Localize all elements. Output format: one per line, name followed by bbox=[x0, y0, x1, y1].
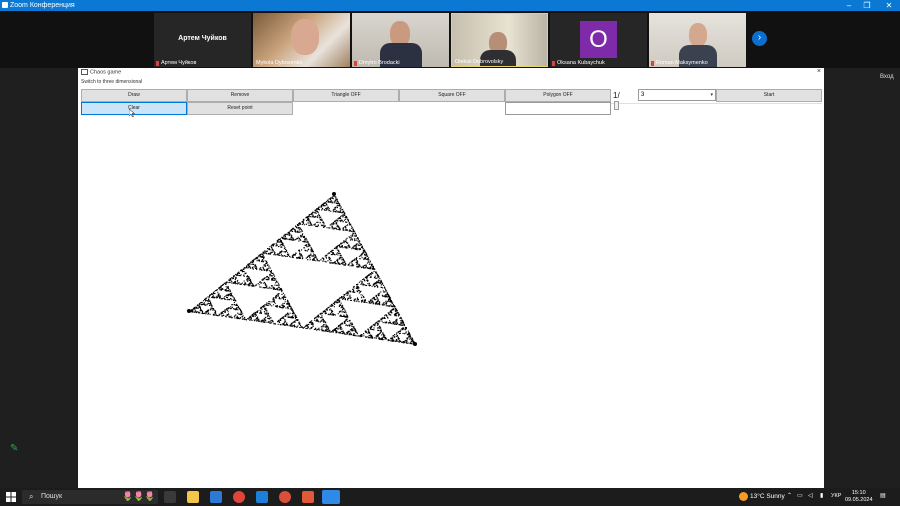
powerpoint-icon[interactable] bbox=[302, 491, 314, 503]
language-indicator[interactable]: УКР bbox=[831, 493, 841, 499]
mic-muted-icon bbox=[651, 61, 654, 66]
vertex-point[interactable] bbox=[413, 342, 417, 346]
participant-tile[interactable]: Dmytro Brodacki bbox=[352, 13, 449, 67]
zoom-app-icon bbox=[2, 2, 8, 8]
clock-time: 15:10 bbox=[851, 490, 866, 496]
participant-name: Roman Maksymenko bbox=[656, 60, 708, 66]
participant-avatar: O bbox=[580, 21, 617, 58]
chrome-profile-icon[interactable] bbox=[279, 491, 291, 503]
participant-tile[interactable]: Mykola Dybovenko bbox=[253, 13, 350, 67]
network-icon[interactable]: ▭ bbox=[797, 492, 803, 499]
zoom-titlebar: Zoom Конференция – ❐ ✕ bbox=[0, 0, 900, 11]
participant-name: Mykola Dybovenko bbox=[256, 60, 303, 66]
fractal-points bbox=[189, 196, 416, 345]
participant-name: Oleksii Dobrovolsky bbox=[455, 59, 504, 65]
zoom-window-title: Zoom Конференция bbox=[10, 2, 75, 9]
tulips-icon: 🌷🌷🌷 bbox=[122, 491, 156, 501]
vertex-point[interactable] bbox=[187, 309, 191, 313]
participant-tile[interactable]: O Oksana Kubaychuk bbox=[550, 13, 647, 67]
mic-muted-icon bbox=[354, 61, 357, 66]
sierpinski-fractal bbox=[189, 196, 416, 345]
mouse-cursor-icon bbox=[129, 109, 135, 117]
drawing-canvas[interactable] bbox=[78, 68, 824, 488]
participant-name-large: Артем Чуйков bbox=[178, 35, 227, 42]
taskbar-search[interactable]: ⌕ Пошук 🌷🌷🌷 bbox=[22, 490, 158, 504]
participant-name: Артем Чуйков bbox=[161, 60, 197, 66]
speaker-icon[interactable]: ◁ bbox=[808, 492, 813, 499]
next-page-chevron-icon[interactable]: › bbox=[752, 31, 767, 46]
system-clock[interactable]: 15:10 09.05.2024 bbox=[845, 490, 873, 504]
participant-tile[interactable]: Артем Чуйков Артем Чуйков bbox=[154, 13, 251, 67]
participant-name: Dmytro Brodacki bbox=[359, 60, 400, 66]
chaos-game-window: Chaos game × Switch to three dimensional… bbox=[78, 68, 824, 488]
pencil-icon[interactable]: ✎ bbox=[10, 443, 21, 454]
task-view-icon[interactable] bbox=[164, 491, 176, 503]
chrome-icon[interactable] bbox=[233, 491, 245, 503]
mic-muted-icon bbox=[552, 61, 555, 66]
store-icon[interactable] bbox=[210, 491, 222, 503]
windows-taskbar: ⌕ Пошук 🌷🌷🌷 13°C Sunny ⌃ ▭ ◁ ▮ УКР 15:10… bbox=[0, 488, 900, 506]
search-label: Пошук bbox=[41, 493, 63, 500]
maximize-button[interactable]: ❐ bbox=[856, 0, 878, 11]
search-icon: ⌕ bbox=[29, 492, 34, 501]
participant-tile[interactable]: Roman Maksymenko bbox=[649, 13, 746, 67]
weather-text: 13°C Sunny bbox=[750, 493, 785, 501]
mic-muted-icon bbox=[156, 61, 159, 66]
battery-icon[interactable]: ▮ bbox=[820, 492, 823, 499]
notifications-icon[interactable]: ▤ bbox=[880, 492, 886, 499]
tray-overflow-chevron-icon[interactable]: ⌃ bbox=[787, 492, 792, 499]
windows-start-icon[interactable] bbox=[6, 492, 16, 502]
weather-widget[interactable]: 13°C Sunny bbox=[739, 492, 785, 501]
zoom-taskbar-icon[interactable] bbox=[322, 490, 340, 504]
clock-date: 09.05.2024 bbox=[845, 497, 873, 503]
sun-icon bbox=[739, 492, 748, 501]
close-window-button[interactable]: ✕ bbox=[878, 0, 900, 11]
participant-tile-active-speaker[interactable]: Oleksii Dobrovolsky bbox=[451, 13, 548, 67]
participant-name: Oksana Kubaychuk bbox=[557, 60, 605, 66]
enter-label[interactable]: Вход bbox=[880, 74, 894, 80]
file-explorer-icon[interactable] bbox=[187, 491, 199, 503]
mail-icon[interactable] bbox=[256, 491, 268, 503]
vertex-point[interactable] bbox=[332, 192, 336, 196]
